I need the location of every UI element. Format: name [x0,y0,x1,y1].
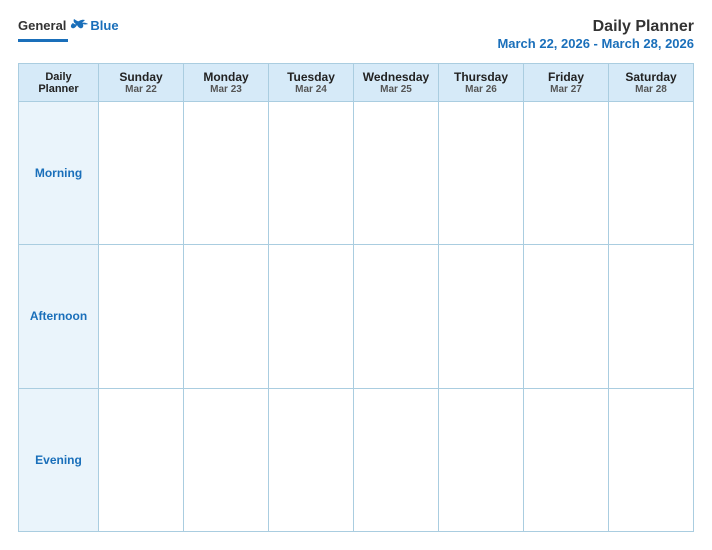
logo-general-text: General [18,18,66,33]
logo-brand: General Blue [18,18,119,33]
afternoon-wednesday[interactable] [354,245,439,388]
morning-sunday[interactable] [99,102,184,245]
morning-monday[interactable] [184,102,269,245]
morning-row: Morning [19,102,694,245]
afternoon-friday[interactable] [524,245,609,388]
morning-friday[interactable] [524,102,609,245]
afternoon-monday[interactable] [184,245,269,388]
morning-wednesday[interactable] [354,102,439,245]
logo-bird-icon [70,19,88,33]
calendar-table: Daily Planner Sunday Mar 22 Monday Mar 2… [18,63,694,532]
col-header-thursday: Thursday Mar 26 [439,64,524,102]
evening-friday[interactable] [524,388,609,531]
col-header-monday: Monday Mar 23 [184,64,269,102]
evening-sunday[interactable] [99,388,184,531]
col-header-wednesday: Wednesday Mar 25 [354,64,439,102]
title-area: Daily Planner March 22, 2026 - March 28,… [497,18,694,51]
date-range: March 22, 2026 - March 28, 2026 [497,36,694,51]
page-header: General Blue Daily Planner March 22, 202… [18,18,694,51]
col-header-sunday: Sunday Mar 22 [99,64,184,102]
morning-label: Morning [19,102,99,245]
col-header-daily-planner: Daily Planner [19,64,99,102]
afternoon-sunday[interactable] [99,245,184,388]
evening-thursday[interactable] [439,388,524,531]
col-header-friday: Friday Mar 27 [524,64,609,102]
planner-title: Daily Planner [497,18,694,36]
afternoon-row: Afternoon [19,245,694,388]
evening-wednesday[interactable] [354,388,439,531]
evening-monday[interactable] [184,388,269,531]
evening-saturday[interactable] [609,388,694,531]
morning-saturday[interactable] [609,102,694,245]
col-header-saturday: Saturday Mar 28 [609,64,694,102]
col-header-tuesday: Tuesday Mar 24 [269,64,354,102]
header-row: Daily Planner Sunday Mar 22 Monday Mar 2… [19,64,694,102]
evening-label: Evening [19,388,99,531]
evening-row: Evening [19,388,694,531]
morning-thursday[interactable] [439,102,524,245]
logo-tagline [18,34,68,45]
logo-blue-text: Blue [90,18,118,33]
evening-tuesday[interactable] [269,388,354,531]
morning-tuesday[interactable] [269,102,354,245]
afternoon-thursday[interactable] [439,245,524,388]
afternoon-tuesday[interactable] [269,245,354,388]
afternoon-label: Afternoon [19,245,99,388]
logo-area: General Blue [18,18,119,45]
afternoon-saturday[interactable] [609,245,694,388]
